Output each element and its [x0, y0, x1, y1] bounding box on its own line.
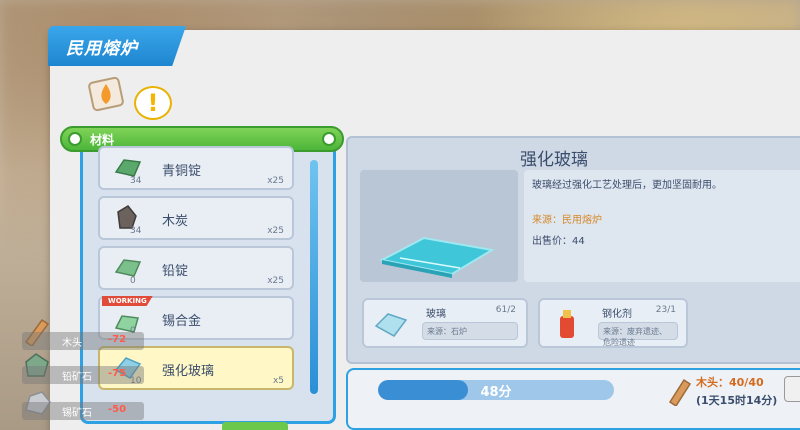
inventory-lead-ore: 铅矿石 -75: [22, 366, 144, 384]
item-description: 玻璃经过强化工艺处理后，更加坚固耐用。: [532, 180, 722, 191]
header-left-dot: [68, 132, 82, 146]
requirement-tempering-agent[interactable]: 钢化剂 23/1 来源：废弃遗迹、危险遗迹: [538, 298, 688, 348]
side-button[interactable]: [784, 376, 800, 402]
requirement-count: 61/2: [495, 305, 516, 315]
requirement-count: 23/1: [655, 305, 676, 315]
item-name: 锡合金: [162, 314, 202, 329]
craft-time: 48分: [480, 384, 512, 400]
item-qty: 34: [130, 176, 142, 186]
inventory-tin-ore: 锡矿石 -50: [22, 402, 144, 420]
item-price: 出售价：44: [532, 236, 585, 247]
item-mult: x25: [267, 276, 284, 286]
requirement-source: 来源：石炉: [422, 322, 518, 340]
requirement-glass[interactable]: 玻璃 61/2 来源：石炉: [362, 298, 528, 348]
furnace-tab-icon[interactable]: [88, 76, 124, 112]
item-source: 来源：民用熔炉: [532, 215, 602, 226]
requirement-name: 玻璃: [426, 309, 446, 320]
inventory-name: 铅矿石: [62, 372, 92, 383]
item-preview: [360, 170, 518, 282]
scroll-thumb[interactable]: [310, 160, 318, 394]
item-name: 铅锭: [162, 264, 189, 279]
inventory-value: -72: [108, 334, 127, 345]
inventory-name: 锡矿石: [62, 408, 92, 419]
tempered-glass-preview-icon: [379, 236, 495, 278]
craft-progress-bar: 48分: [378, 380, 614, 400]
fuel-amount: 木头：40/40: [696, 376, 764, 389]
item-mult: x5: [272, 376, 284, 386]
item-name: 强化玻璃: [162, 364, 215, 379]
item-name: 青铜锭: [162, 164, 202, 179]
alert-symbol: !: [147, 89, 159, 117]
lead-ingot-icon: [114, 259, 142, 277]
item-qty: 0: [130, 276, 136, 286]
list-item-bronze-ingot[interactable]: 青铜锭 34 x25: [98, 146, 294, 190]
item-name: 木炭: [162, 214, 189, 229]
alert-icon[interactable]: !: [134, 86, 172, 120]
item-description-box: 玻璃经过强化工艺处理后，更加坚固耐用。 来源：民用熔炉 出售价：44: [524, 170, 800, 282]
detail-title: 强化玻璃: [520, 150, 588, 170]
header-right-dot: [322, 132, 336, 146]
inventory-value: -50: [108, 404, 127, 415]
materials-header-label: 材料: [90, 132, 115, 147]
window-title: 民用熔炉: [48, 26, 186, 66]
glass-icon: [374, 313, 408, 337]
requirement-source: 来源：废弃遗迹、危险遗迹: [598, 322, 678, 347]
fuel-duration: (1天15时14分): [696, 394, 778, 407]
list-item-lead-ingot[interactable]: 铅锭 0 x25: [98, 246, 294, 290]
item-qty: 34: [130, 226, 142, 236]
item-mult: x25: [267, 176, 284, 186]
inventory-name: 木头: [62, 338, 82, 349]
tempering-agent-icon: [560, 310, 574, 338]
list-item-charcoal[interactable]: 木炭 34 x25: [98, 196, 294, 240]
item-mult: x25: [267, 226, 284, 236]
wood-fuel-icon: [668, 378, 692, 406]
requirement-name: 钢化剂: [602, 309, 632, 320]
inventory-wood: 木头 -72: [22, 332, 144, 350]
working-badge: WORKING: [102, 296, 153, 306]
list-scrollbar[interactable]: [310, 160, 318, 394]
inventory-value: -75: [108, 368, 127, 379]
confirm-button[interactable]: [222, 422, 288, 430]
